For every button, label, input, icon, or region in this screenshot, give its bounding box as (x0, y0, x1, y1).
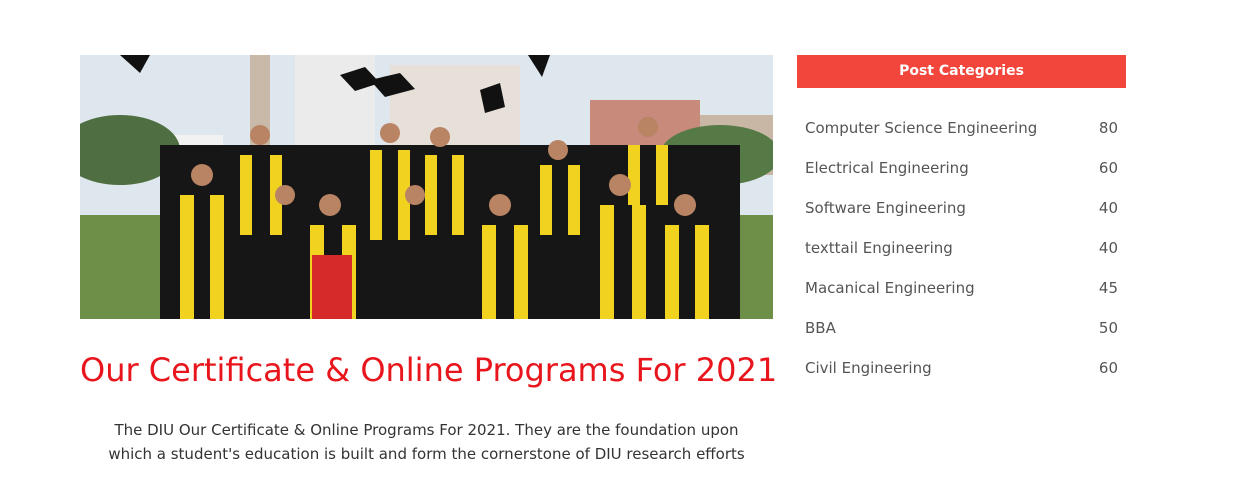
category-name: Macanical Engineering (805, 279, 975, 297)
post-description: The DIU Our Certificate & Online Program… (108, 421, 745, 463)
category-count: 80 (1098, 119, 1118, 137)
category-list: Computer Science Engineering 80 Electric… (797, 108, 1126, 388)
category-item-software[interactable]: Software Engineering 40 (797, 188, 1126, 228)
category-item-computer-science[interactable]: Computer Science Engineering 80 (797, 108, 1126, 148)
category-name: Computer Science Engineering (805, 119, 1038, 137)
category-name: Civil Engineering (805, 359, 932, 377)
category-name: texttail Engineering (805, 239, 953, 257)
category-count: 60 (1098, 159, 1118, 177)
category-count: 40 (1098, 199, 1118, 217)
category-item-macanical[interactable]: Macanical Engineering 45 (797, 268, 1126, 308)
category-count: 40 (1098, 239, 1118, 257)
category-item-texttail[interactable]: texttail Engineering 40 (797, 228, 1126, 268)
category-name: Electrical Engineering (805, 159, 969, 177)
category-count: 60 (1098, 359, 1118, 377)
category-count: 50 (1098, 319, 1118, 337)
category-name: BBA (805, 319, 836, 337)
category-count: 45 (1098, 279, 1118, 297)
category-item-bba[interactable]: BBA 50 (797, 308, 1126, 348)
category-item-civil[interactable]: Civil Engineering 60 (797, 348, 1126, 388)
category-item-electrical[interactable]: Electrical Engineering 60 (797, 148, 1126, 188)
category-name: Software Engineering (805, 199, 966, 217)
categories-heading: Post Categories (797, 55, 1126, 88)
graduation-photo (80, 55, 773, 319)
post-title: Our Certificate & Online Programs For 20… (80, 351, 778, 389)
